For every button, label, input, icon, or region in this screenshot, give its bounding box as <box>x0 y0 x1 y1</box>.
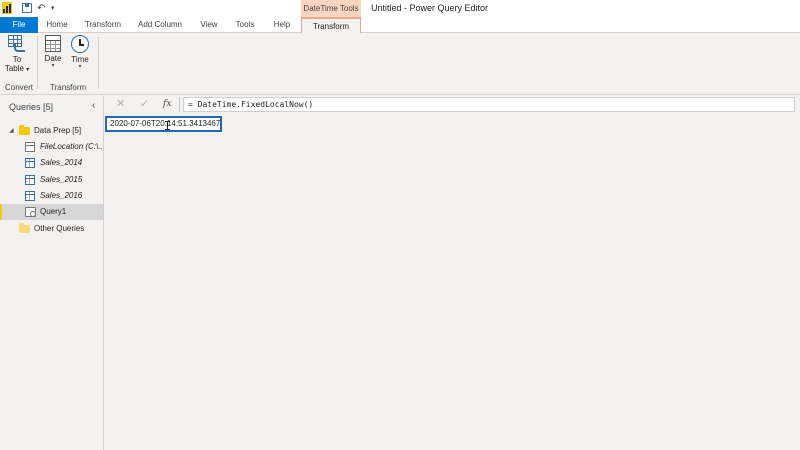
date-label: Date <box>44 54 62 63</box>
to-table-label-line1: To <box>12 55 22 64</box>
time-label: Time <box>71 55 89 64</box>
ribbon: To Table ▾ Convert Date ▾ Time ▾ Transfo… <box>0 33 800 95</box>
calendar-icon <box>45 35 61 52</box>
ribbon-tab-row: File Home Transform Add Column View Tool… <box>0 17 800 34</box>
save-icon[interactable] <box>22 3 32 13</box>
table-icon <box>25 158 35 168</box>
table-icon <box>25 191 35 201</box>
formula-bar-divider <box>179 97 180 112</box>
tree-item-other-queries[interactable]: Other Queries <box>0 221 103 237</box>
queries-pane: Queries [5] ‹ ◢ Data Prep [5] FileLocati… <box>0 96 104 450</box>
time-button[interactable]: Time ▾ <box>69 35 91 71</box>
result-value[interactable]: 2020-07-06T20:14:51.3413467 <box>105 116 222 132</box>
tab-tools[interactable]: Tools <box>232 17 258 33</box>
collapse-pane-chevron-icon[interactable]: ‹ <box>92 100 95 111</box>
tab-help[interactable]: Help <box>268 17 296 33</box>
query-icon <box>25 207 36 217</box>
parameter-icon <box>25 142 35 152</box>
cancel-formula-icon[interactable]: ✕ <box>116 97 125 111</box>
tree-item-filelocation[interactable]: FileLocation (C:\... <box>0 139 103 155</box>
folder-icon <box>19 223 30 233</box>
clock-icon <box>71 35 89 53</box>
ribbon-group-divider <box>37 37 38 89</box>
table-icon <box>25 175 35 185</box>
tree-item-label: Sales_2014 <box>40 158 83 167</box>
tree-item-sales-2016[interactable]: Sales_2016 <box>0 188 103 204</box>
folder-icon <box>19 125 30 135</box>
customize-quick-access-icon[interactable]: ▾ <box>51 3 55 14</box>
to-table-button[interactable]: To Table ▾ <box>4 35 30 75</box>
queries-header: Queries [5] <box>9 102 54 112</box>
window-title: Untitled - Power Query Editor <box>371 3 489 13</box>
formula-input[interactable]: = DateTime.FixedLocalNow() <box>183 97 795 112</box>
tab-view[interactable]: View <box>196 17 222 33</box>
tree-item-label: Sales_2015 <box>40 175 83 184</box>
tab-datetime-transform[interactable]: Transform <box>301 17 361 34</box>
title-bar: ↶ ▾ DateTime Tools Untitled - Power Quer… <box>0 0 800 17</box>
to-table-label-line2: Table ▾ <box>4 64 30 73</box>
text-cursor-icon <box>165 121 170 130</box>
tab-home[interactable]: Home <box>40 17 74 33</box>
undo-icon[interactable]: ↶ <box>37 3 45 14</box>
group-label-convert: Convert <box>5 83 34 92</box>
group-label-transform: Transform <box>50 83 87 92</box>
tree-item-label: Query1 <box>40 207 67 216</box>
date-button[interactable]: Date ▾ <box>42 35 64 70</box>
powerbi-logo-icon <box>2 2 12 14</box>
tree-item-label: Other Queries <box>34 224 85 233</box>
tab-file[interactable]: File <box>0 17 38 33</box>
ribbon-group-divider-2 <box>98 37 99 89</box>
tree-item-data-prep[interactable]: ◢ Data Prep [5] <box>0 123 103 139</box>
result-preview-area: 2020-07-06T20:14:51.3413467 <box>105 114 800 450</box>
tree-item-sales-2014[interactable]: Sales_2014 <box>0 155 103 171</box>
date-dropdown-icon: ▾ <box>51 63 55 69</box>
to-table-icon <box>8 35 26 53</box>
expand-caret-icon[interactable]: ◢ <box>9 123 14 139</box>
tree-item-label: Data Prep [5] <box>34 126 82 135</box>
tree-item-sales-2015[interactable]: Sales_2015 <box>0 172 103 188</box>
formula-bar: ✕ ✓ fx = DateTime.FixedLocalNow() <box>106 96 800 113</box>
insert-function-icon[interactable]: fx <box>163 97 171 111</box>
tree-item-label: Sales_2016 <box>40 191 83 200</box>
time-dropdown-icon: ▾ <box>78 64 82 70</box>
tab-add-column[interactable]: Add Column <box>134 17 186 33</box>
commit-formula-icon[interactable]: ✓ <box>140 97 149 111</box>
tree-item-label: FileLocation (C:\... <box>40 142 103 151</box>
tree-item-query1[interactable]: Query1 <box>0 204 103 220</box>
datetime-tools-context-label: DateTime Tools <box>301 0 361 17</box>
tab-transform[interactable]: Transform <box>80 17 126 33</box>
power-query-editor-window: ↶ ▾ DateTime Tools Untitled - Power Quer… <box>0 0 800 450</box>
